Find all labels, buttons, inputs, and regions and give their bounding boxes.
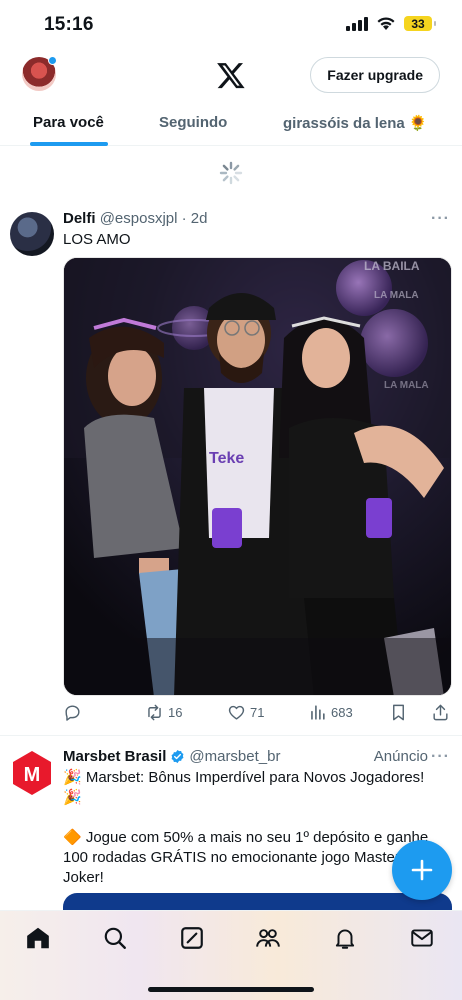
svg-text:LA MALA: LA MALA bbox=[384, 380, 429, 391]
timeline-tabs: Para você Seguindo girassóis da lena 🌻 bbox=[0, 100, 462, 146]
views-count: 683 bbox=[331, 705, 353, 720]
grok-icon[interactable] bbox=[179, 925, 205, 951]
more-options-icon[interactable]: ··· bbox=[431, 210, 450, 228]
tab-following[interactable]: Seguindo bbox=[159, 114, 227, 131]
tweet-author-handle[interactable]: @esposxjpl bbox=[100, 210, 178, 227]
messages-icon[interactable] bbox=[409, 925, 435, 951]
active-tab-indicator bbox=[30, 142, 108, 146]
ad-text-line-1: 🎉 Marsbet: Bônus Imperdível para Novos J… bbox=[63, 769, 425, 806]
ad-label: Anúncio bbox=[373, 748, 428, 765]
bottom-nav bbox=[0, 910, 462, 1000]
home-indicator bbox=[148, 987, 314, 992]
verified-icon bbox=[171, 749, 184, 764]
compose-button[interactable] bbox=[392, 840, 452, 900]
svg-text:Teke: Teke bbox=[209, 450, 244, 467]
ad-author-name[interactable]: Marsbet Brasil bbox=[63, 748, 166, 765]
svg-text:LA BAILA: LA BAILA bbox=[364, 259, 420, 273]
compose-plus-icon bbox=[411, 859, 433, 881]
ad-text: 🎉 Marsbet: Bônus Imperdível para Novos J… bbox=[63, 768, 443, 888]
party-photo-illustration: LA BAILA LA MALA LA MALA Teke bbox=[64, 258, 451, 695]
reply-icon bbox=[65, 705, 80, 721]
search-icon[interactable] bbox=[102, 925, 128, 951]
tweet-author-name[interactable]: Delfi bbox=[63, 210, 96, 227]
home-icon[interactable] bbox=[25, 925, 51, 951]
like-icon bbox=[228, 705, 245, 720]
ad-text-line-2: 🔶 Jogue com 50% a mais no seu 1º depósit… bbox=[63, 829, 429, 886]
ad-more-options-icon[interactable]: ··· bbox=[431, 748, 450, 766]
share-icon bbox=[433, 704, 448, 721]
retweet-button[interactable]: 16 bbox=[145, 703, 182, 722]
retweet-icon bbox=[148, 704, 161, 721]
tweet[interactable]: Delfi @esposxjpl · 2d ··· LOS AMO LA BAI… bbox=[0, 200, 462, 736]
communities-icon[interactable] bbox=[255, 925, 281, 951]
notifications-icon[interactable] bbox=[332, 925, 358, 951]
top-header: Fazer upgrade bbox=[0, 50, 462, 100]
advertiser-logo[interactable]: M bbox=[10, 751, 54, 795]
like-count: 71 bbox=[250, 705, 265, 720]
battery-indicator: 33 bbox=[404, 16, 436, 31]
upgrade-button[interactable]: Fazer upgrade bbox=[310, 57, 440, 93]
advertiser-logo-letter: M bbox=[24, 764, 41, 786]
tab-list-girassois[interactable]: girassóis da lena 🌻 bbox=[283, 114, 428, 132]
ad-header: Marsbet Brasil @marsbet_br bbox=[63, 748, 280, 765]
tweet-header: Delfi @esposxjpl · 2d bbox=[63, 210, 207, 227]
reply-button[interactable] bbox=[63, 703, 86, 722]
bookmark-icon bbox=[393, 704, 404, 721]
tab-for-you[interactable]: Para você bbox=[33, 114, 104, 131]
share-button[interactable] bbox=[431, 703, 450, 722]
x-logo-icon bbox=[217, 63, 245, 89]
views-button[interactable]: 683 bbox=[308, 703, 353, 722]
like-button[interactable]: 71 bbox=[227, 703, 264, 722]
promoted-tweet[interactable]: M Marsbet Brasil @marsbet_br Anúncio ···… bbox=[0, 737, 462, 923]
views-icon bbox=[311, 705, 325, 720]
tweet-timestamp: · 2d bbox=[181, 210, 208, 227]
tweet-photo[interactable]: LA BAILA LA MALA LA MALA Teke bbox=[63, 257, 452, 696]
tweet-text: LOS AMO bbox=[63, 231, 131, 248]
bookmark-button[interactable] bbox=[389, 703, 408, 722]
wifi-icon bbox=[377, 17, 395, 30]
svg-text:LA MALA: LA MALA bbox=[374, 290, 419, 301]
retweet-count: 16 bbox=[168, 705, 183, 720]
status-bar: 15:16 33 bbox=[0, 0, 462, 50]
spinner-icon bbox=[219, 161, 243, 185]
signal-icon bbox=[346, 16, 368, 31]
tweet-actions: 16 71 683 bbox=[63, 703, 452, 725]
tweet-author-avatar[interactable] bbox=[10, 212, 54, 256]
ad-author-handle[interactable]: @marsbet_br bbox=[189, 748, 280, 765]
notification-dot bbox=[48, 56, 57, 65]
status-time: 15:16 bbox=[44, 14, 94, 35]
status-icons: 33 bbox=[346, 16, 436, 31]
